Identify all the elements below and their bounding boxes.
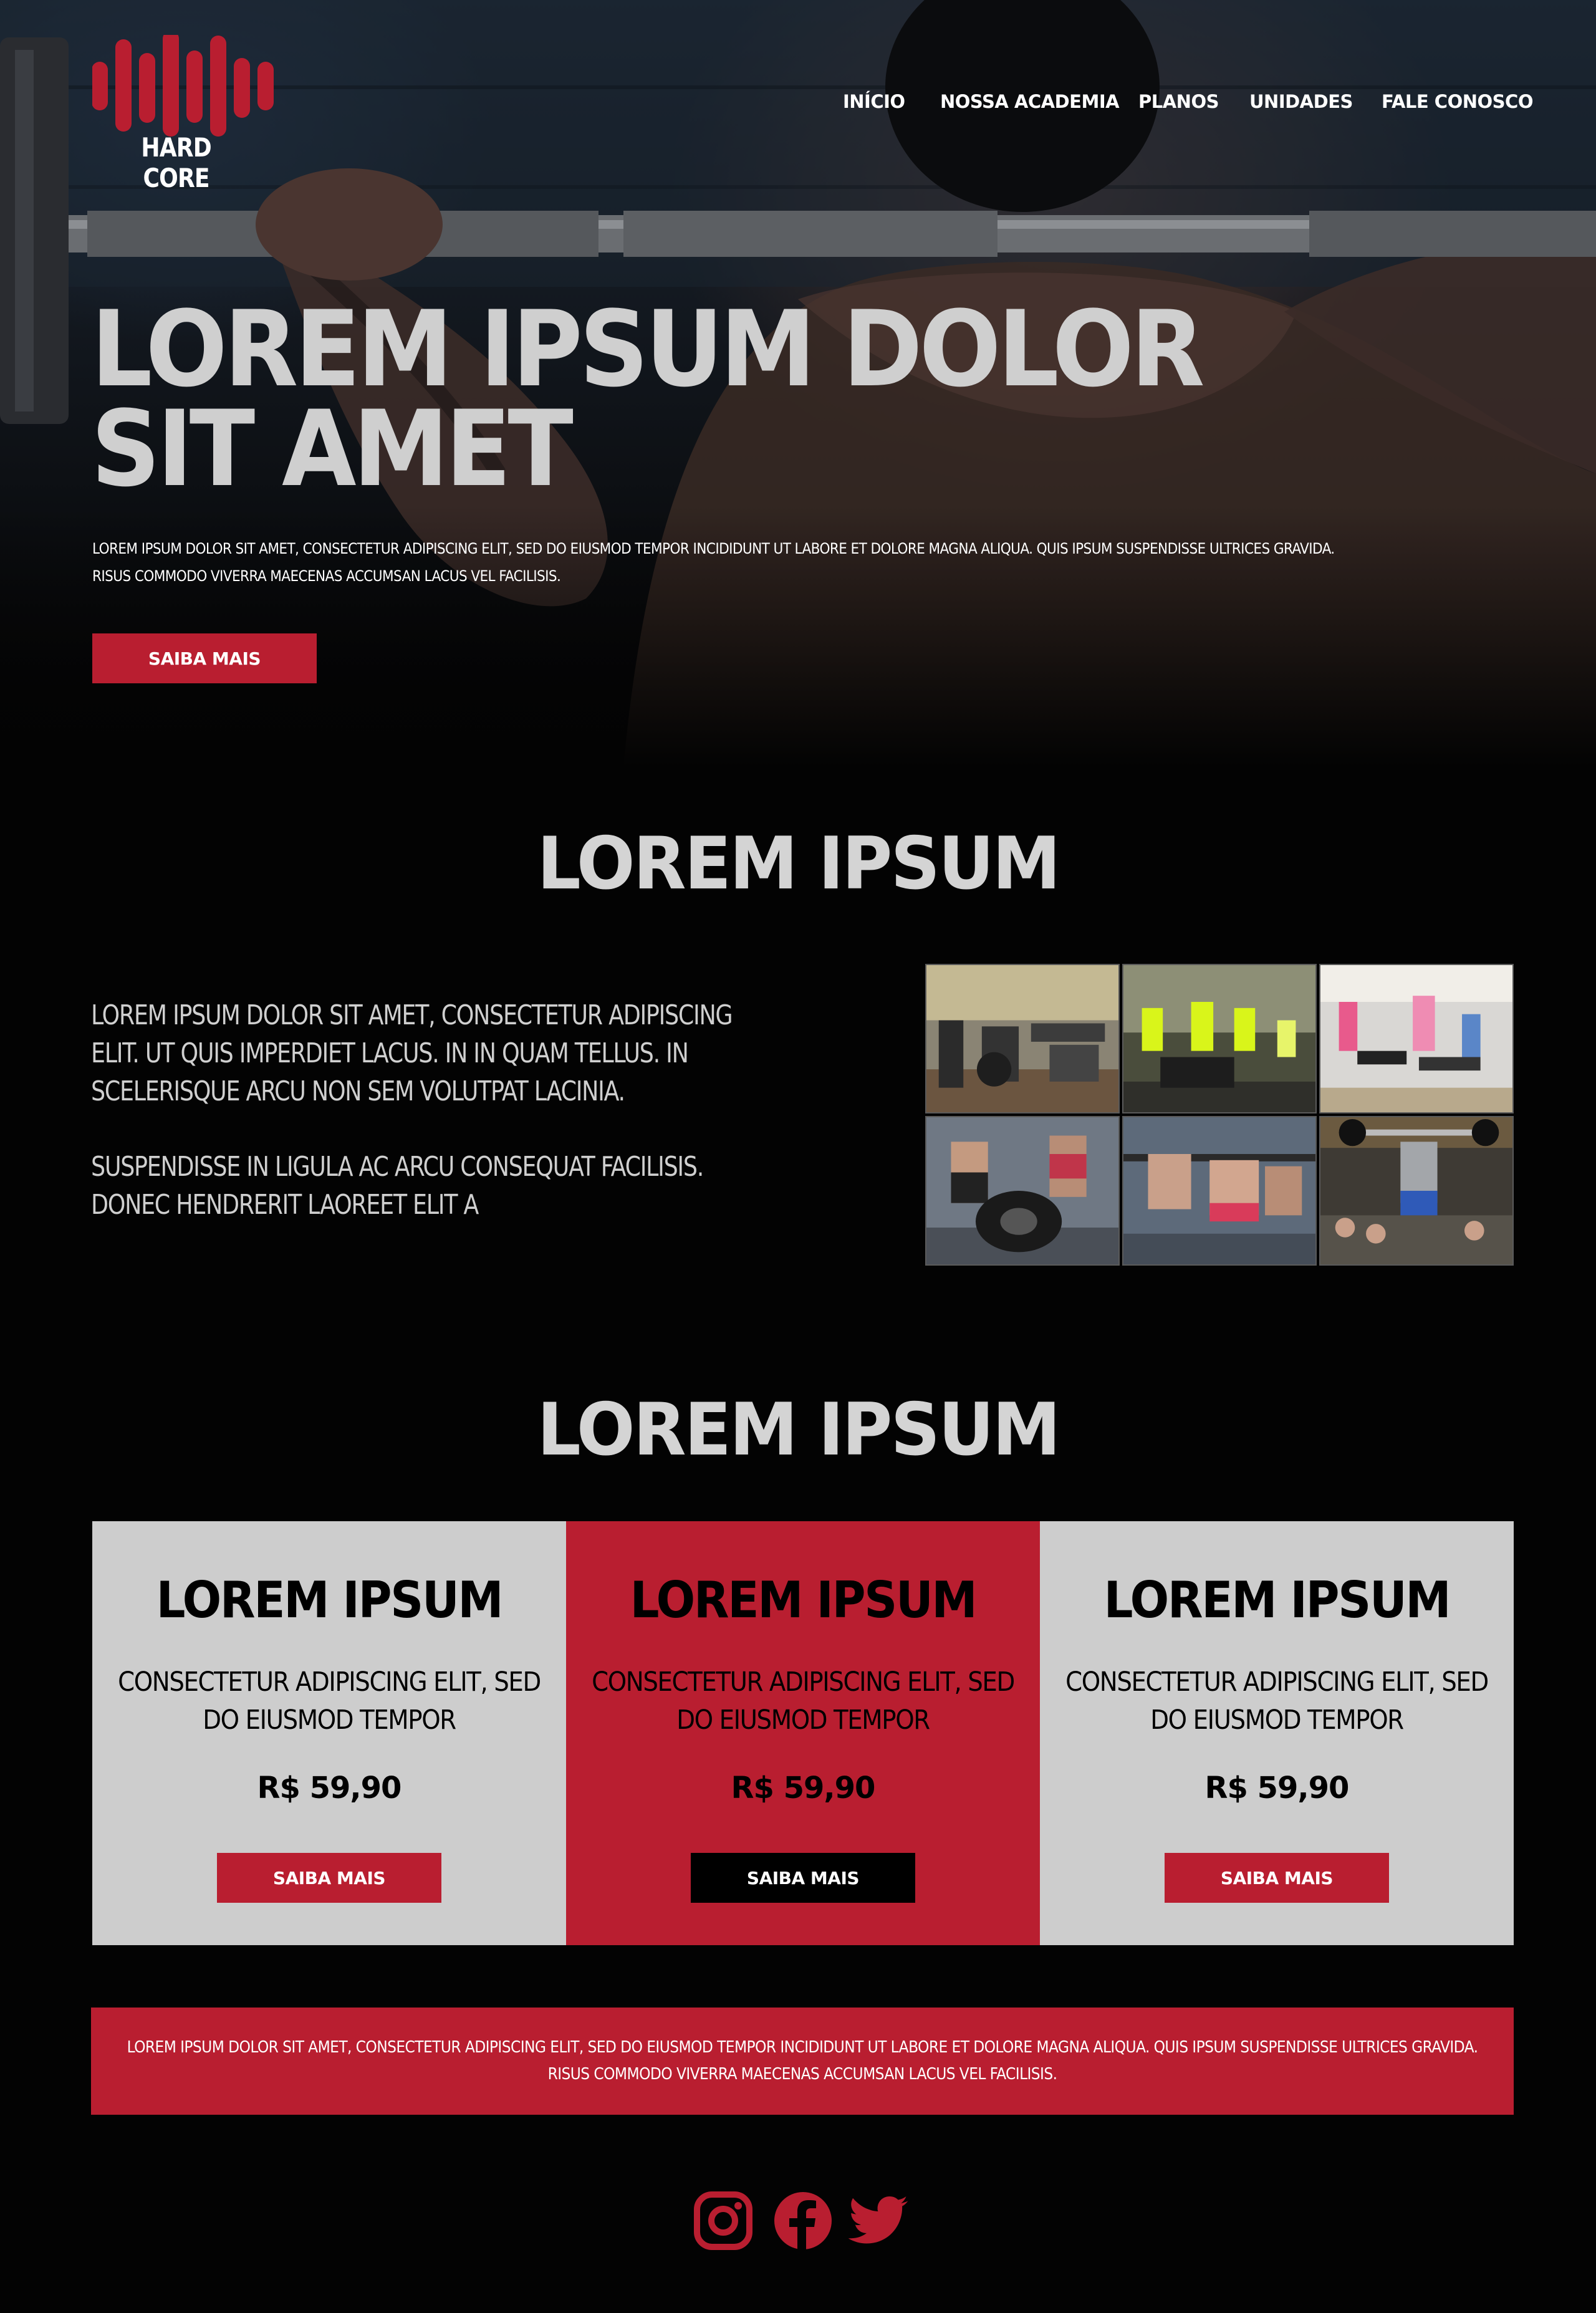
plans-list: LOREM IPSUM CONSECTETUR ADIPISCING ELIT,… [92, 1521, 1514, 1945]
info-banner: LOREM IPSUM DOLOR SIT AMET, CONSECTETUR … [91, 2008, 1514, 2115]
plan-saiba-mais-button[interactable]: SAIBA MAIS [217, 1853, 441, 1903]
nav-item-inicio[interactable]: INÍCIO [843, 91, 905, 112]
brand-logo-text[interactable]: HARD CORE [117, 132, 235, 193]
plan-saiba-mais-button[interactable]: SAIBA MAIS [1165, 1853, 1389, 1903]
plan-title: LOREM IPSUM [630, 1571, 978, 1629]
tire-flip-photo [926, 1117, 1118, 1264]
gallery-photo-overhead[interactable] [1319, 1116, 1514, 1266]
facebook-icon[interactable] [772, 2190, 834, 2252]
plan-description: CONSECTETUR ADIPISCING ELIT, SED DO EIUS… [592, 1666, 1015, 1736]
plan-saiba-mais-button[interactable]: SAIBA MAIS [691, 1853, 915, 1903]
nav-item-fale-conosco[interactable]: FALE CONOSCO [1382, 91, 1534, 112]
plan-description: CONSECTETUR ADIPISCING ELIT, SED DO EIUS… [118, 1666, 541, 1736]
gallery-photo-gym-machines[interactable] [925, 964, 1120, 1113]
gallery-photo-aerobics[interactable] [1319, 964, 1514, 1113]
hero-section: HARD CORE INÍCIO NOSSA ACADEMIA PLANOS U… [0, 0, 1596, 767]
about-paragraph-2: SUSPENDISSE IN LIGULA AC ARCU CONSEQUAT … [91, 1151, 704, 1221]
photo-gallery [925, 964, 1514, 1268]
plan-price: R$ 59,90 [1204, 1771, 1350, 1806]
overhead-lift-photo [1320, 1117, 1512, 1264]
gallery-photo-squat[interactable] [1122, 1116, 1317, 1266]
about-title: LOREM IPSUM [537, 822, 1060, 906]
plan-card: LOREM IPSUM CONSECTETUR ADIPISCING ELIT,… [1040, 1521, 1514, 1945]
plan-card-featured: LOREM IPSUM CONSECTETUR ADIPISCING ELIT,… [566, 1521, 1040, 1945]
social-links [692, 2190, 916, 2258]
plan-description: CONSECTETUR ADIPISCING ELIT, SED DO EIUS… [1065, 1666, 1489, 1736]
gallery-photo-trainers[interactable] [1122, 964, 1317, 1113]
plan-price: R$ 59,90 [257, 1771, 402, 1806]
nav-item-unidades[interactable]: UNIDADES [1249, 91, 1353, 112]
nav-item-nossa-academia[interactable]: NOSSA ACADEMIA [940, 91, 1120, 112]
plan-title: LOREM IPSUM [156, 1571, 504, 1629]
trainers-group-photo [1123, 965, 1315, 1112]
twitter-icon[interactable] [848, 2190, 910, 2252]
plan-title: LOREM IPSUM [1103, 1571, 1451, 1629]
plan-card: LOREM IPSUM CONSECTETUR ADIPISCING ELIT,… [92, 1521, 566, 1945]
hero-title: LOREM IPSUM DOLOR SIT AMET [91, 288, 1205, 510]
hero-text: LOREM IPSUM DOLOR SIT AMET, CONSECTETUR … [92, 540, 1335, 585]
main-nav: INÍCIO NOSSA ACADEMIA PLANOS UNIDADES FA… [0, 91, 1596, 116]
hero-saiba-mais-button[interactable]: SAIBA MAIS [92, 633, 317, 683]
gallery-photo-tire[interactable] [925, 1116, 1120, 1266]
squat-class-photo [1123, 1117, 1315, 1264]
nav-item-planos[interactable]: PLANOS [1138, 91, 1219, 112]
about-paragraph-1: LOREM IPSUM DOLOR SIT AMET, CONSECTETUR … [91, 999, 733, 1107]
instagram-icon[interactable] [692, 2190, 754, 2252]
about-text: LOREM IPSUM DOLOR SIT AMET, CONSECTETUR … [91, 996, 768, 1224]
plan-price: R$ 59,90 [731, 1771, 876, 1806]
plans-title: LOREM IPSUM [537, 1388, 1060, 1472]
banner-text: LOREM IPSUM DOLOR SIT AMET, CONSECTETUR … [127, 2038, 1478, 2084]
aerobics-class-photo [1320, 965, 1512, 1112]
gym-machines-photo [926, 965, 1118, 1112]
